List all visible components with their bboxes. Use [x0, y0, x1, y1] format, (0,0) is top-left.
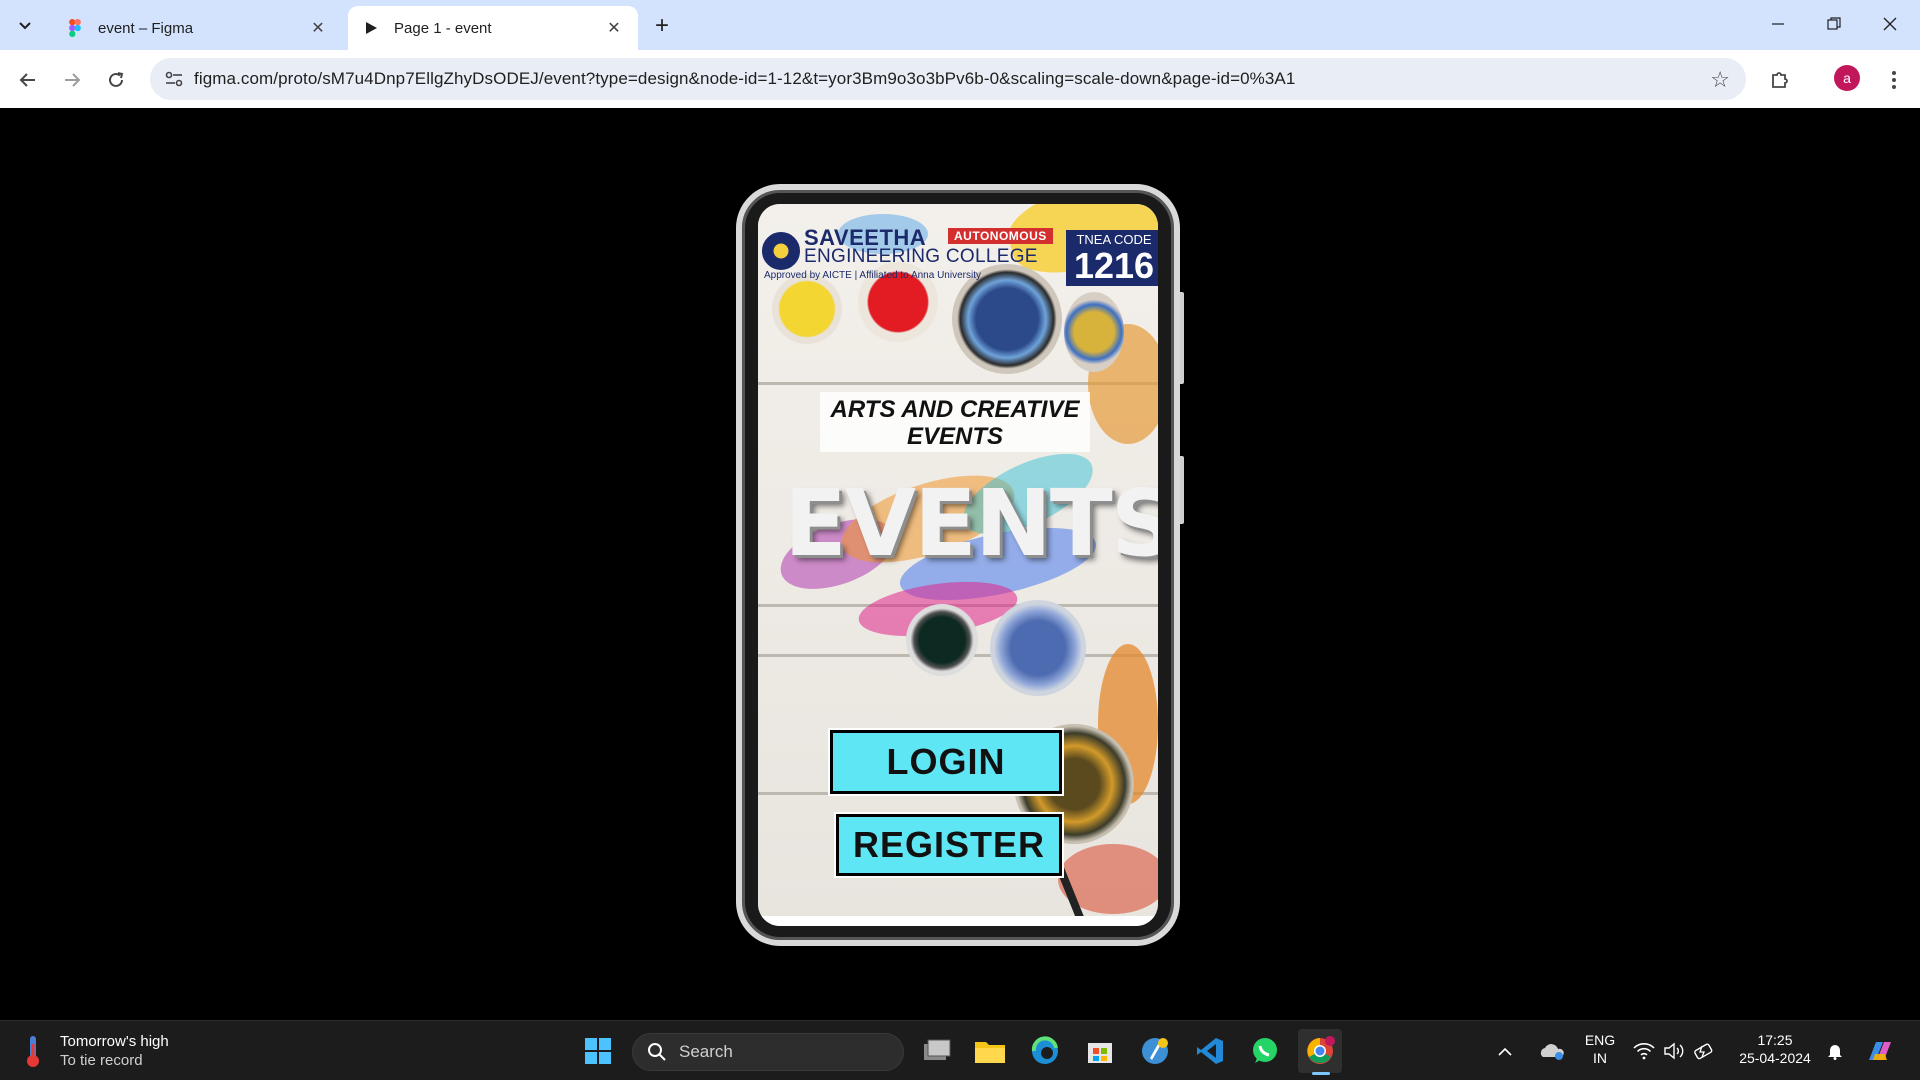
file-explorer-icon[interactable] [968, 1029, 1012, 1073]
weather-line-1: Tomorrow's high [60, 1033, 169, 1050]
tab-title: event – Figma [98, 19, 194, 37]
search-placeholder: Search [679, 1042, 733, 1061]
minimize-button[interactable] [1754, 8, 1802, 40]
chevron-down-icon [19, 22, 31, 30]
thermometer-icon [20, 1033, 46, 1069]
clock-date: 25-04-2024 [1739, 1050, 1811, 1066]
login-button[interactable]: LOGIN [830, 730, 1062, 794]
python-idle-icon[interactable] [1133, 1029, 1177, 1073]
chrome-menu-button[interactable] [1878, 62, 1910, 98]
taskbar-search[interactable]: Search [632, 1033, 904, 1071]
autonomous-badge: AUTONOMOUS [948, 228, 1053, 244]
restore-button[interactable] [1810, 8, 1858, 40]
puzzle-icon [1772, 72, 1788, 88]
prototype-viewport: SAVEETHA AUTONOMOUS ENGINEERING COLLEGE … [0, 108, 1920, 1020]
screen-bottom-bar [758, 916, 1158, 926]
language-code: ENG [1584, 1032, 1616, 1048]
address-bar[interactable]: figma.com/proto/sM7u4Dnp7EllgZhyDsODEJ/e… [150, 58, 1746, 100]
tnea-code-badge: TNEA CODE 1216 [1066, 230, 1158, 286]
close-icon[interactable]: ✕ [308, 18, 328, 38]
bookmark-star-icon[interactable]: ☆ [1710, 67, 1730, 93]
reload-icon [109, 72, 124, 87]
site-settings-icon[interactable] [154, 58, 194, 100]
more-vertical-icon [1892, 71, 1896, 89]
college-subname: ENGINEERING COLLEGE [804, 246, 1038, 267]
tab-search-button[interactable] [8, 10, 42, 40]
tnea-code: 1216 [1073, 245, 1155, 286]
arrow-right-icon [65, 73, 81, 87]
microsoft-store-icon[interactable] [1078, 1029, 1122, 1073]
browser-tab-bar: event – Figma ✕ Page 1 - event ✕ + [0, 0, 1920, 50]
close-icon[interactable]: ✕ [604, 18, 624, 38]
wifi-icon[interactable] [1628, 1029, 1660, 1073]
windows-taskbar: Tomorrow's high To tie record Search ENG… [0, 1020, 1920, 1080]
close-icon [1883, 17, 1897, 31]
extensions-button[interactable] [1762, 62, 1798, 98]
forward-button[interactable] [54, 62, 90, 98]
college-approval: Approved by AICTE | Affiliated to Anna U… [764, 270, 981, 281]
subtitle-card: ARTS AND CREATIVE EVENTS [820, 392, 1090, 452]
weather-widget[interactable]: Tomorrow's high To tie record [20, 1029, 169, 1073]
college-seal-icon [762, 232, 800, 270]
onedrive-icon[interactable] [1530, 1029, 1574, 1073]
browser-toolbar: figma.com/proto/sM7u4Dnp7EllgZhyDsODEJ/e… [0, 50, 1920, 108]
arrow-left-icon [19, 73, 35, 87]
restore-icon [1827, 17, 1841, 30]
battery-icon[interactable] [1688, 1029, 1720, 1073]
tab-title: Page 1 - event [394, 19, 492, 37]
minimize-icon [1772, 23, 1784, 25]
url-text: figma.com/proto/sM7u4Dnp7EllgZhyDsODEJ/e… [194, 69, 1296, 88]
region-code: IN [1593, 1050, 1607, 1066]
subtitle-text: ARTS AND CREATIVE EVENTS [830, 396, 1080, 450]
clock-time: 17:25 [1757, 1032, 1793, 1048]
phone-screen: SAVEETHA AUTONOMOUS ENGINEERING COLLEGE … [758, 204, 1158, 926]
register-button[interactable]: REGISTER [836, 814, 1062, 876]
reload-button[interactable] [98, 62, 134, 98]
show-hidden-icons-chevron-icon[interactable] [1490, 1029, 1520, 1073]
tab-prototype[interactable]: Page 1 - event ✕ [348, 6, 638, 50]
new-tab-button[interactable]: + [648, 12, 676, 40]
volume-icon[interactable] [1658, 1029, 1690, 1073]
college-logo: SAVEETHA AUTONOMOUS ENGINEERING COLLEGE … [762, 226, 1062, 290]
figma-icon [66, 19, 84, 37]
task-view-icon[interactable] [915, 1029, 959, 1073]
weather-line-2: To tie record [60, 1052, 143, 1069]
profile-avatar[interactable]: a [1834, 65, 1860, 91]
whatsapp-icon[interactable] [1243, 1029, 1287, 1073]
windows-start-icon[interactable] [576, 1029, 620, 1073]
language-indicator[interactable]: ENG IN [1580, 1031, 1620, 1067]
close-window-button[interactable] [1866, 8, 1914, 40]
search-icon [648, 1043, 666, 1061]
vscode-icon[interactable] [1188, 1029, 1232, 1073]
college-name: SAVEETHA [804, 225, 927, 250]
chrome-icon[interactable] [1298, 1029, 1342, 1073]
tab-figma-editor[interactable]: event – Figma ✕ [52, 6, 342, 50]
phone-frame: SAVEETHA AUTONOMOUS ENGINEERING COLLEGE … [736, 184, 1180, 946]
notification-bell-icon[interactable] [1820, 1029, 1850, 1073]
chrome-active-indicator [1312, 1072, 1330, 1075]
play-icon [362, 19, 380, 37]
back-button[interactable] [10, 62, 46, 98]
edge-icon[interactable] [1023, 1029, 1067, 1073]
copilot-icon[interactable] [1858, 1029, 1902, 1073]
events-headline: EVENTS [784, 470, 1158, 577]
clock[interactable]: 17:25 25-04-2024 [1730, 1031, 1820, 1067]
